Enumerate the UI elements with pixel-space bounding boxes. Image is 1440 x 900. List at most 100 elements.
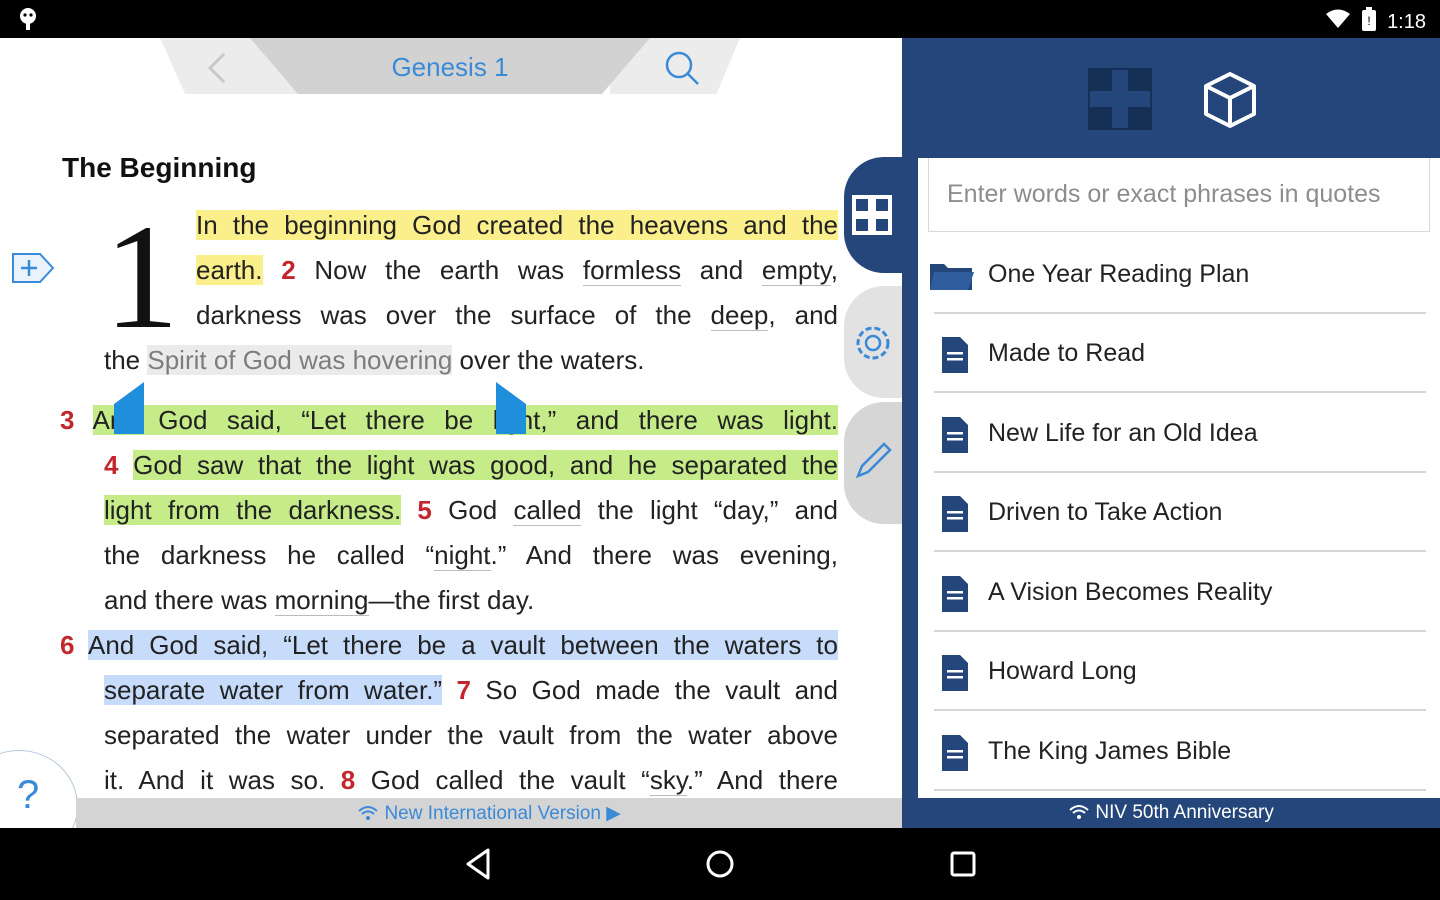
chapter-title[interactable]: Genesis 1	[310, 52, 590, 83]
study-panel: One Year Reading Plan Made to Read New Lif…	[902, 38, 1440, 828]
home-circle-icon[interactable]	[700, 844, 740, 884]
verse-text: light from the darkness.	[104, 495, 402, 525]
verse-number: 2	[281, 255, 296, 285]
pencil-icon	[855, 442, 892, 479]
settings-tab[interactable]	[844, 286, 904, 398]
verse-text	[74, 630, 88, 660]
resource-list-panel: One Year Reading Plan Made to Read New Lif…	[918, 158, 1440, 798]
verse-number: 8	[340, 765, 356, 795]
resource-label: The King James Bible	[988, 737, 1232, 765]
help-label: ?	[17, 773, 40, 817]
verse-line[interactable]: earth. 2 Now the earth was formless and …	[196, 253, 838, 287]
panel-toolbar	[1088, 68, 1268, 132]
verse-text: sky	[649, 765, 687, 796]
verse-text: Spirit of God was hovering	[147, 345, 453, 375]
android-debug-icon	[16, 6, 40, 37]
document-icon	[934, 494, 974, 534]
verse-text: , and	[768, 300, 838, 330]
verse-line[interactable]: darkness was over the surface of the dee…	[196, 298, 838, 332]
add-note-icon[interactable]	[10, 250, 56, 286]
verse-text: and there was	[104, 585, 275, 615]
resource-label: Made to Read	[988, 339, 1146, 367]
status-bar: ! 1:18	[0, 0, 1440, 38]
document-icon	[934, 733, 974, 773]
system-nav-bar	[0, 828, 1440, 900]
verse-line[interactable]: 3 And God said, “Let there be light,” an…	[60, 403, 838, 437]
verse-text: empty	[761, 255, 831, 286]
verse-line[interactable]: and there was morning—the first day.	[104, 583, 534, 617]
verse-line[interactable]: In the beginning God created the heavens…	[196, 208, 838, 242]
verse-text: separate water from water.”	[104, 675, 443, 705]
verse-number: 4	[104, 450, 119, 480]
verse-line[interactable]: separated the water under the vault from…	[104, 718, 838, 752]
chapter-nav: Genesis 1	[160, 38, 740, 94]
verse-text: over the waters.	[452, 345, 645, 375]
verse-number: 3	[60, 405, 75, 435]
verse-text: earth.	[196, 255, 263, 285]
verse-text: So God made the vault and	[470, 675, 838, 705]
document-icon	[934, 653, 974, 693]
resource-label: Howard Long	[988, 657, 1137, 685]
chapter-number: 1	[104, 194, 179, 360]
gear-icon	[856, 326, 890, 360]
back-chevron-icon[interactable]	[200, 50, 236, 86]
panel-footer[interactable]: NIV 50th Anniversary	[902, 798, 1440, 828]
selection-end-handle[interactable]	[496, 382, 526, 434]
verse-text: the light “day,” and	[581, 495, 839, 525]
resource-item[interactable]: New Life for an Old Idea	[934, 395, 1426, 473]
verse-text: ,	[830, 255, 838, 285]
battery-icon: !	[1361, 7, 1377, 37]
document-icon	[934, 335, 974, 375]
verse-text: .” And there was evening,	[490, 540, 838, 570]
verse-line[interactable]: light from the darkness. 5 God called th…	[104, 493, 838, 527]
verse-text: night	[434, 540, 491, 571]
verse-text: .” And there	[686, 765, 838, 795]
verse-number: 5	[417, 495, 432, 525]
verse-text: morning	[274, 585, 369, 616]
verse-text: deep	[710, 300, 769, 331]
panel-footer-label: NIV 50th Anniversary	[1095, 802, 1274, 823]
verse-line[interactable]: the darkness he called “night.” And ther…	[104, 538, 838, 572]
search-icon[interactable]	[662, 48, 702, 88]
verse-text	[263, 255, 282, 285]
search-input[interactable]	[929, 158, 1429, 231]
document-icon	[934, 415, 974, 455]
verse-text: separated the water under the vault from…	[104, 720, 838, 750]
version-bar[interactable]: New International Version ▶	[76, 798, 902, 828]
verse-text: And God said, “Let there be a vault betw…	[88, 630, 838, 660]
reader-pane: Genesis 1 The Beginning 1 In the beginni…	[0, 38, 902, 828]
verse-line[interactable]: separate water from water.” 7 So God mad…	[104, 673, 838, 707]
study-cross-icon[interactable]	[1088, 68, 1152, 130]
study-cross-icon	[852, 195, 892, 235]
recents-square-icon[interactable]	[943, 844, 983, 884]
study-tab[interactable]	[844, 157, 904, 273]
wifi-icon	[1069, 805, 1089, 819]
resource-item[interactable]: The King James Bible	[934, 713, 1426, 791]
verse-text: In the beginning God created the heavens…	[196, 210, 838, 240]
resource-item[interactable]: Howard Long	[934, 633, 1426, 711]
verse-line[interactable]: it. And it was so. 8 God called the vaul…	[104, 763, 838, 797]
svg-text:!: !	[1367, 14, 1370, 28]
resource-item[interactable]: One Year Reading Plan	[930, 236, 1426, 314]
verse-text: the	[104, 345, 148, 375]
resource-item[interactable]: A Vision Becomes Reality	[934, 554, 1426, 632]
resource-item[interactable]: Driven to Take Action	[934, 474, 1426, 552]
resource-item[interactable]: Made to Read	[934, 315, 1426, 393]
document-icon	[934, 574, 974, 614]
selection-start-handle[interactable]	[114, 382, 144, 434]
back-triangle-icon[interactable]	[458, 844, 498, 884]
verse-line[interactable]: the Spirit of God was hovering over the …	[104, 343, 645, 377]
verse-text: —the first day.	[368, 585, 535, 615]
resource-label: A Vision Becomes Reality	[988, 578, 1273, 606]
verse-line[interactable]: 6 And God said, “Let there be a vault be…	[60, 628, 838, 662]
verse-line[interactable]: 4 God saw that the light was good, and h…	[104, 448, 838, 482]
verse-text	[118, 450, 133, 480]
verse-text: And God said, “Let there be light,” and …	[92, 405, 838, 435]
cube-icon[interactable]	[1200, 70, 1260, 130]
verse-text: the darkness he called “	[104, 540, 435, 570]
verse-text: formless	[582, 255, 682, 286]
help-button[interactable]: ?	[0, 750, 78, 828]
wifi-icon	[1325, 8, 1351, 36]
notes-tab[interactable]	[844, 402, 904, 524]
resource-label: One Year Reading Plan	[988, 260, 1250, 288]
